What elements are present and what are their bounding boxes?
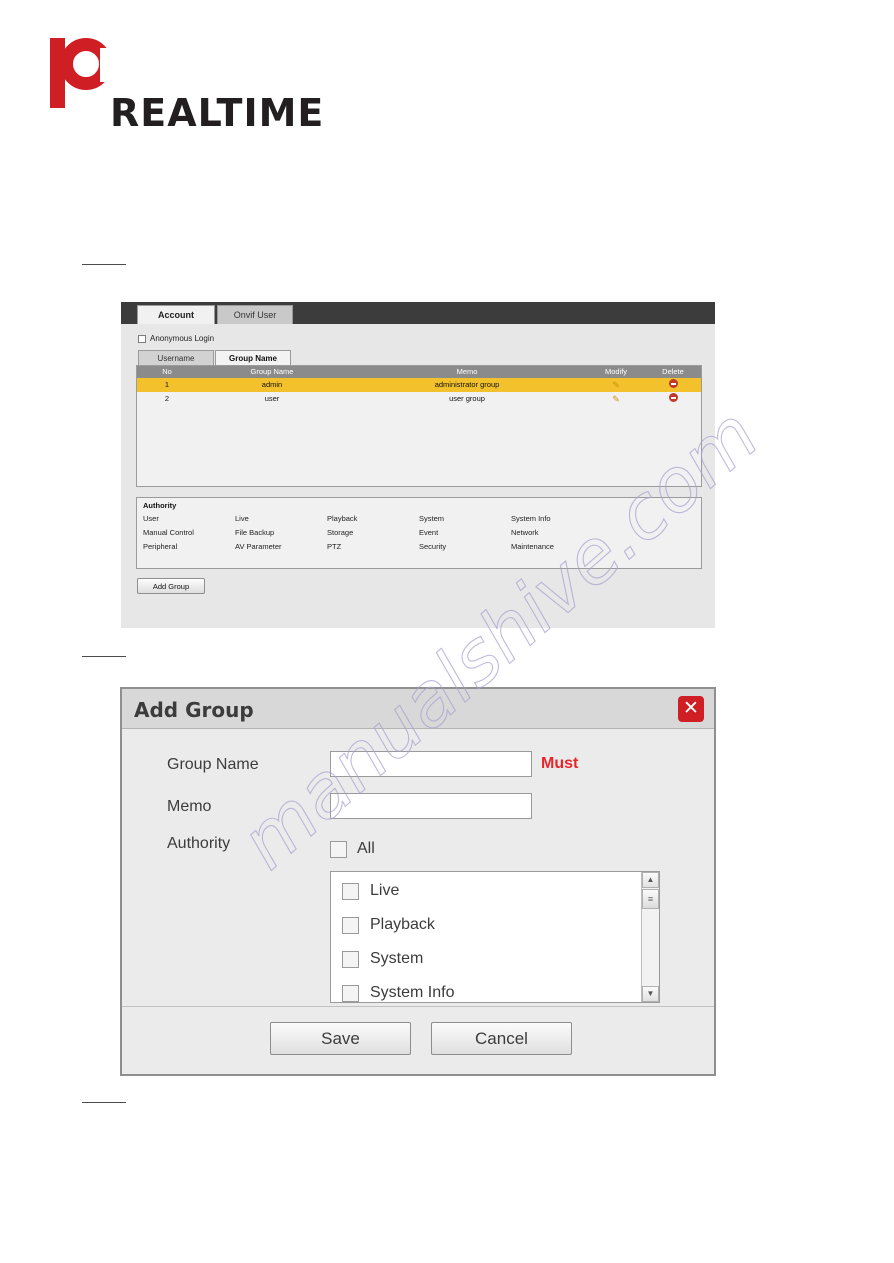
authority-item: Storage — [327, 528, 354, 537]
dialog-body: Group Name Must Memo Authority All Live … — [122, 730, 714, 1009]
authority-item-checkbox[interactable] — [342, 950, 359, 968]
cell-group-name: admin — [261, 380, 283, 389]
rule-bottom — [82, 1102, 126, 1103]
tab-account[interactable]: Account — [137, 305, 215, 324]
authority-item: AV Parameter — [235, 542, 282, 551]
cancel-button[interactable]: Cancel — [431, 1022, 572, 1055]
authority-item-label: Playback — [370, 916, 435, 933]
group-table: No Group Name Memo Modify Delete 1 admin… — [136, 365, 702, 487]
authority-item: System — [419, 514, 445, 523]
authority-item: Network — [511, 528, 539, 537]
group-name-label: Group Name — [167, 756, 259, 773]
delete-icon-wrap[interactable] — [645, 378, 701, 392]
cell-no: 1 — [164, 380, 170, 389]
scroll-down-icon[interactable]: ▼ — [642, 986, 659, 1002]
subtab-username[interactable]: Username — [138, 350, 214, 365]
header-memo: Memo — [456, 367, 478, 376]
authority-item: Live — [235, 514, 249, 523]
group-name-required-note: Must — [541, 755, 579, 772]
header-no: No — [162, 367, 172, 376]
authority-item: File Backup — [235, 528, 275, 537]
header-delete: Delete — [662, 367, 684, 376]
authority-item: Maintenance — [511, 542, 554, 551]
logo-wordmark: REALTIME — [110, 91, 325, 135]
edit-icon[interactable]: ✎ — [587, 378, 645, 392]
dialog-title: Add Group — [134, 698, 254, 722]
group-name-input[interactable] — [330, 751, 532, 777]
authority-item: Security — [419, 542, 447, 551]
scrollbar-thumb[interactable]: ≡ — [642, 889, 659, 909]
tab-bar: Account Onvif User — [121, 302, 715, 324]
authority-item: Manual Control — [143, 528, 194, 537]
authority-label: Authority — [167, 835, 231, 852]
edit-icon[interactable]: ✎ — [587, 392, 645, 406]
anonymous-login-label: Anonymous Login — [150, 334, 215, 343]
cell-memo: administrator group — [434, 380, 500, 389]
authority-item: User — [143, 514, 159, 523]
scroll-up-icon[interactable]: ▲ — [642, 872, 659, 888]
table-row[interactable]: 1 admin administrator group ✎ — [137, 378, 701, 392]
cell-memo: user group — [449, 394, 485, 403]
dialog-footer: Save Cancel — [122, 1006, 714, 1074]
authority-title: Authority — [143, 501, 177, 510]
anonymous-login-checkbox[interactable] — [138, 334, 146, 343]
authority-item: Peripheral — [143, 542, 178, 551]
brand-logo: REALTIME — [50, 38, 323, 132]
memo-label: Memo — [167, 798, 212, 815]
dialog-title-bar: Add Group ✕ — [122, 689, 714, 729]
cell-no: 2 — [164, 394, 170, 403]
authority-list: Live Playback System System Info ▲ ≡ ▼ — [330, 871, 660, 1003]
add-group-dialog: Add Group ✕ Group Name Must Memo Authori… — [120, 687, 716, 1076]
tab-onvif-user[interactable]: Onvif User — [217, 305, 293, 324]
authority-all-label: All — [357, 840, 375, 857]
group-table-header: No Group Name Memo Modify Delete — [137, 366, 701, 378]
authority-list-item[interactable]: Playback — [342, 916, 435, 934]
authority-item: Playback — [327, 514, 358, 523]
save-button[interactable]: Save — [270, 1022, 411, 1055]
authority-item: PTZ — [327, 542, 342, 551]
add-group-button[interactable]: Add Group — [137, 578, 205, 594]
authority-item-checkbox[interactable] — [342, 916, 359, 934]
rule-top — [82, 264, 126, 265]
header-group-name: Group Name — [250, 367, 294, 376]
table-row[interactable]: 2 user user group ✎ — [137, 392, 701, 406]
anonymous-login-row[interactable]: Anonymous Login — [138, 334, 214, 343]
authority-item: System Info — [511, 514, 551, 523]
authority-grid: User Live Playback System System Info Ma… — [143, 514, 695, 551]
authority-list-item[interactable]: Live — [342, 882, 399, 900]
authority-item-label: Live — [370, 882, 400, 899]
authority-item-label: System Info — [370, 984, 455, 1001]
authority-item-checkbox[interactable] — [342, 984, 359, 1002]
authority-item-label: System — [370, 950, 424, 967]
authority-list-item[interactable]: System Info — [342, 984, 454, 1002]
subtab-group-name[interactable]: Group Name — [215, 350, 291, 365]
close-icon[interactable]: ✕ — [678, 696, 704, 722]
authority-all-row[interactable]: All — [330, 840, 375, 858]
authority-item-checkbox[interactable] — [342, 882, 359, 900]
header-modify: Modify — [604, 367, 628, 376]
logo-ring-cut — [100, 48, 124, 82]
delete-icon-wrap[interactable] — [645, 392, 701, 406]
authority-all-checkbox[interactable] — [330, 840, 347, 858]
authority-box: Authority User Live Playback System Syst… — [136, 497, 702, 569]
cell-group-name: user — [264, 394, 280, 403]
authority-list-scrollbar[interactable]: ▲ ≡ ▼ — [641, 872, 659, 1002]
logo-bar — [50, 38, 65, 108]
delete-icon[interactable] — [668, 379, 678, 388]
delete-icon[interactable] — [668, 393, 678, 402]
authority-item: Event — [419, 528, 439, 537]
authority-list-item[interactable]: System — [342, 950, 423, 968]
memo-input[interactable] — [330, 793, 532, 819]
rule-middle — [82, 656, 126, 657]
